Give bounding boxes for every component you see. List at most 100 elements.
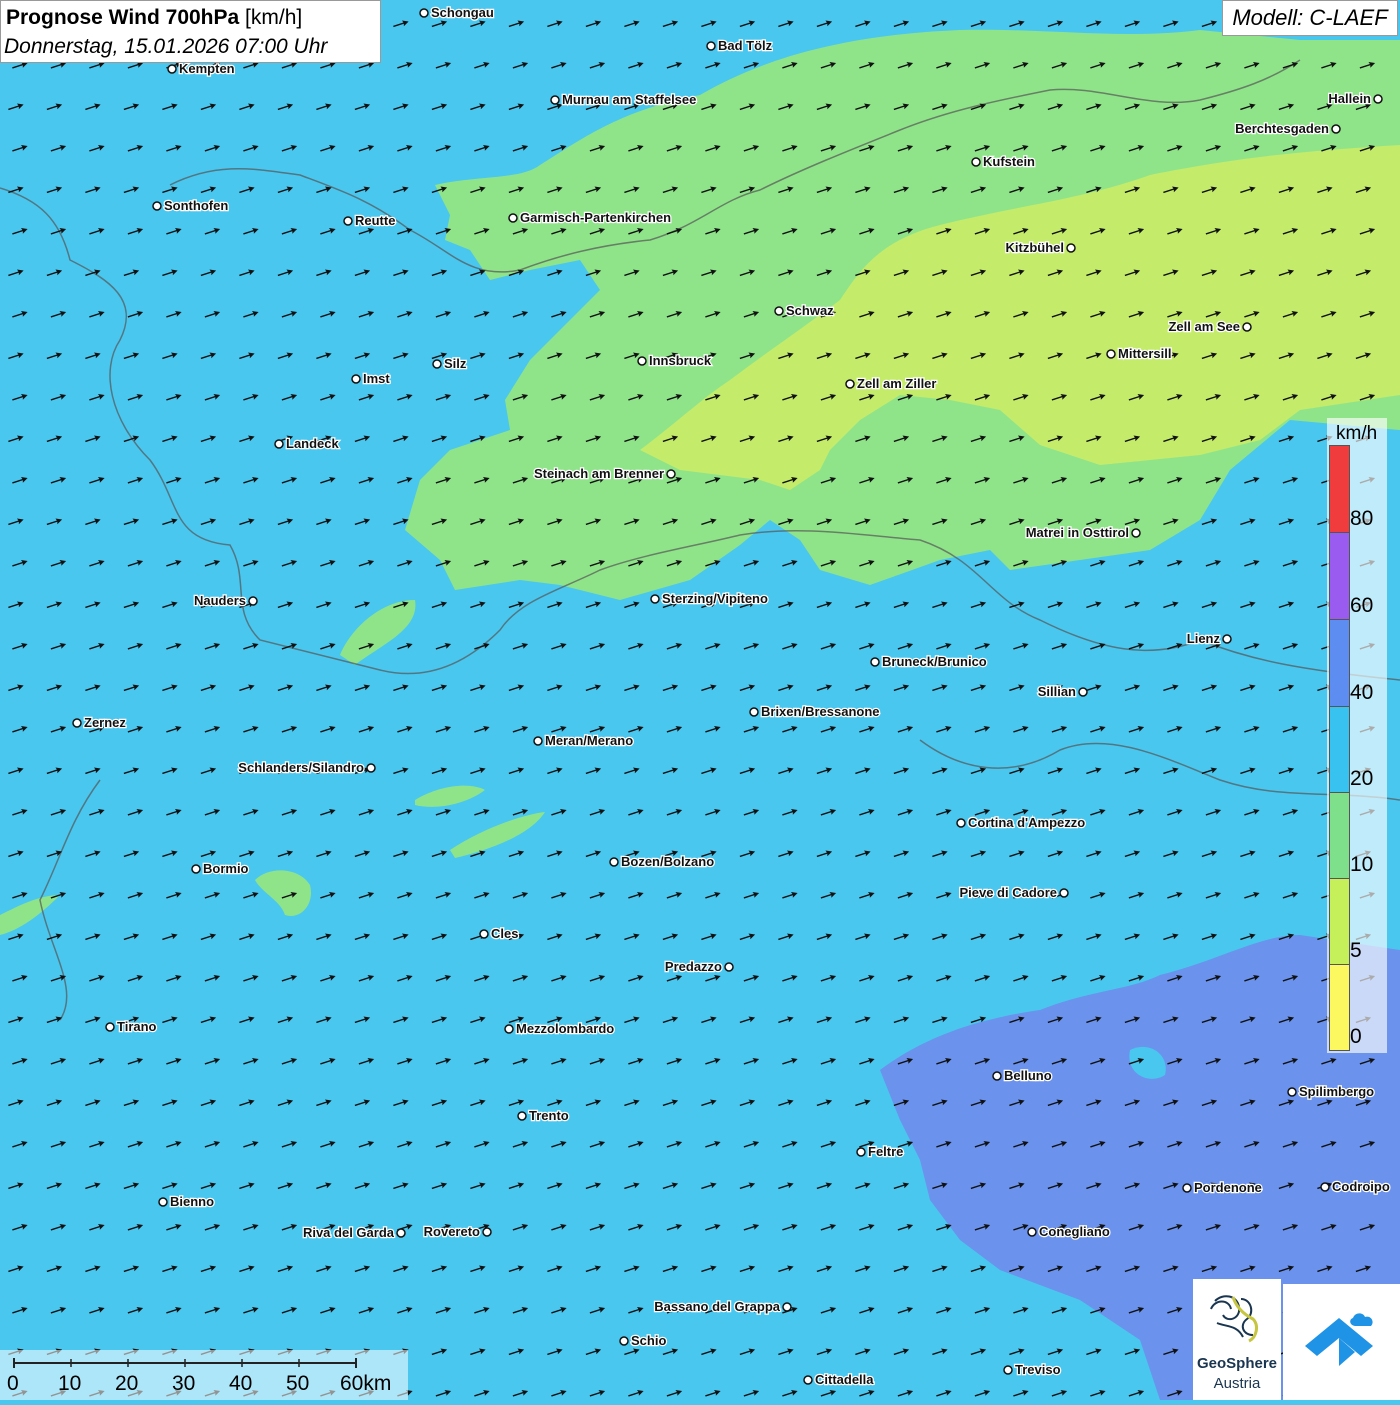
city-label: Bad Tölz (718, 38, 773, 53)
city-label: Bassano del Grappa (654, 1299, 780, 1314)
city-label: Nauders (194, 593, 246, 608)
city-label: Schio (631, 1333, 666, 1348)
city-dot (992, 1071, 1002, 1081)
city-dot (72, 718, 82, 728)
city-marker: Bruneck/Brunico (870, 653, 988, 670)
city-dot (774, 306, 784, 316)
city-dot (609, 857, 619, 867)
scale-label-30: 30 (172, 1372, 196, 1395)
city-dot (1222, 634, 1232, 644)
city-label: Cortina d'Ampezzo (968, 815, 1085, 830)
legend-label-10: 10 (1350, 853, 1374, 876)
city-label: Cles (491, 926, 518, 941)
city-label: Hallein (1328, 91, 1371, 106)
city-label: Sterzing/Vipiteno (662, 591, 768, 606)
city-dot (504, 1024, 514, 1034)
legend-band-60-80 (1329, 532, 1350, 620)
city-label: Bormio (203, 861, 249, 876)
city-label: Kempten (179, 61, 235, 76)
city-dot (706, 41, 716, 51)
city-dot (666, 469, 676, 479)
city-marker: Meran/Merano (533, 732, 634, 749)
city-dot (191, 864, 201, 874)
city-marker: Sonthofen (152, 197, 230, 214)
map-title-box: Prognose Wind 700hPa [km/h] Donnerstag, … (0, 0, 381, 63)
city-dot (845, 379, 855, 389)
city-label: Mezzolombardo (516, 1021, 614, 1036)
city-dot (1059, 888, 1069, 898)
city-dot (351, 374, 361, 384)
city-marker: Schlanders/Silandro (237, 759, 376, 776)
city-marker: Bassano del Grappa (653, 1298, 792, 1315)
city-dot (1287, 1087, 1297, 1097)
city-label: Treviso (1015, 1362, 1061, 1377)
city-label: Feltre (868, 1144, 903, 1159)
city-dot (619, 1336, 629, 1346)
scale-label-40: 40 (229, 1372, 253, 1395)
legend-label-60: 60 (1350, 594, 1374, 617)
city-marker: Spilimbergo (1287, 1083, 1375, 1100)
city-label: Zell am Ziller (857, 376, 936, 391)
city-dot (274, 439, 284, 449)
city-label: Meran/Merano (545, 733, 633, 748)
city-dot (158, 1197, 168, 1207)
city-label: Sillian (1038, 684, 1076, 699)
city-label: Riva del Garda (303, 1225, 395, 1240)
city-marker: Sterzing/Vipiteno (650, 590, 769, 607)
city-label: Garmisch-Partenkirchen (520, 210, 671, 225)
city-label: Pordenone (1194, 1180, 1262, 1195)
scale-label-20: 20 (115, 1372, 139, 1395)
city-label: Innsbruck (649, 353, 712, 368)
city-marker: Zell am See (1167, 318, 1252, 335)
city-label: Predazzo (665, 959, 722, 974)
map-title: Prognose Wind 700hPa [km/h] (6, 6, 302, 30)
city-label: Landeck (286, 436, 340, 451)
city-label: Zernez (84, 715, 126, 730)
city-marker: Conegliano (1027, 1223, 1111, 1240)
city-dot (1182, 1183, 1192, 1193)
city-dot (1331, 124, 1341, 134)
city-marker: Innsbruck (637, 352, 713, 369)
city-marker: Pordenone (1182, 1179, 1263, 1196)
city-dot (1066, 243, 1076, 253)
city-label: Mittersill (1118, 346, 1171, 361)
city-dot (432, 359, 442, 369)
city-dot (1078, 687, 1088, 697)
legend-band-5-10 (1329, 878, 1350, 965)
city-dot (1131, 528, 1141, 538)
city-dot (1003, 1365, 1013, 1375)
legend-band-40-60 (1329, 619, 1350, 707)
city-dot (248, 596, 258, 606)
city-label: Cittadella (815, 1372, 874, 1387)
city-label: Bienno (170, 1194, 214, 1209)
city-label: Steinach am Brenner (534, 466, 664, 481)
city-label: Schwaz (786, 303, 834, 318)
city-label: Belluno (1004, 1068, 1052, 1083)
city-label: Brixen/Bressanone (761, 704, 880, 719)
city-label: Matrei in Osttirol (1026, 525, 1129, 540)
scale-label-0: 0 (7, 1372, 19, 1395)
city-label: Imst (363, 371, 390, 386)
city-label: Kitzbühel (1006, 240, 1065, 255)
city-label: Conegliano (1039, 1224, 1110, 1239)
city-dot (479, 929, 489, 939)
legend-band-0-5 (1329, 964, 1350, 1051)
city-label: Sonthofen (164, 198, 228, 213)
city-dot (870, 657, 880, 667)
city-label: Zell am See (1168, 319, 1240, 334)
city-marker: Riva del Garda (302, 1224, 406, 1241)
city-dot (533, 736, 543, 746)
title-unit: [km/h] (245, 6, 303, 29)
wind-map: Schongau Bad Tölz Kempten Murnau am Staffel… (0, 0, 1400, 1400)
city-label: Bruneck/Brunico (882, 654, 987, 669)
city-dot (956, 818, 966, 828)
city-dot (105, 1022, 115, 1032)
blue-arrow-cloud-logo-icon (1305, 1313, 1373, 1366)
city-label: Murnau am Staffelsee (562, 92, 696, 107)
city-marker: Berchtesgaden (1234, 120, 1341, 137)
city-dot (343, 216, 353, 226)
forecast-date: Donnerstag, 15.01.2026 07:00 Uhr (4, 35, 328, 58)
city-dot (1106, 349, 1116, 359)
legend-label-80: 80 (1350, 507, 1374, 530)
city-label: Lienz (1187, 631, 1221, 646)
